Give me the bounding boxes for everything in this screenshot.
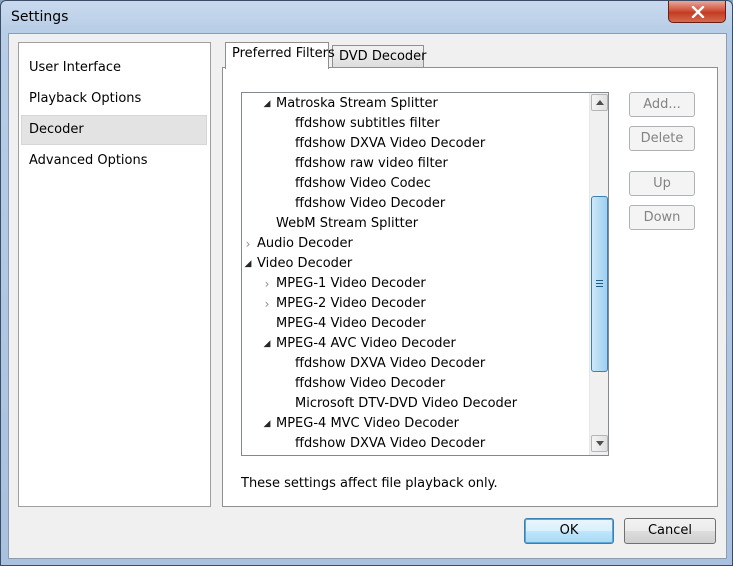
dialog-body: User Interface Playback Options Decoder …: [8, 33, 727, 559]
tree-row-label: MPEG-1 Video Decoder: [276, 276, 426, 291]
scroll-thumb[interactable]: [591, 196, 608, 372]
tree-row[interactable]: ffdshow subtitles filter: [242, 114, 588, 134]
preferred-filters-panel: ◢ Matroska Stream Splitter ffdshow subtitl…: [222, 67, 718, 507]
tree-row[interactable]: ffdshow DXVA Video Decoder: [242, 434, 588, 454]
tree-row[interactable]: ◢ MPEG-4 AVC Video Decoder: [242, 334, 588, 354]
tree-row-label: Matroska Stream Splitter: [276, 96, 438, 111]
scroll-down-button[interactable]: [591, 435, 608, 452]
tree-row-label: ffdshow Video Codec: [295, 176, 431, 191]
close-button[interactable]: [668, 1, 726, 23]
tree-row[interactable]: ffdshow Video Decoder: [242, 374, 588, 394]
collapsed-node-icon[interactable]: ›: [261, 274, 273, 294]
tree-row[interactable]: › MPEG-2 Video Decoder: [242, 294, 588, 314]
tree-row-label: Video Decoder: [257, 256, 353, 271]
title-bar[interactable]: Settings: [1, 1, 732, 35]
tree-row[interactable]: ffdshow DXVA Video Decoder: [242, 354, 588, 374]
expanded-node-icon[interactable]: ◢: [261, 414, 273, 434]
tab-dvd-decoder[interactable]: DVD Decoder: [332, 45, 427, 69]
collapsed-node-icon[interactable]: ›: [242, 234, 254, 254]
arrow-up-icon: [596, 100, 604, 105]
move-down-button[interactable]: Down: [629, 205, 695, 230]
tree-row[interactable]: ◢ Video Decoder: [242, 254, 588, 274]
move-up-button[interactable]: Up: [629, 171, 695, 196]
expanded-node-icon[interactable]: ◢: [261, 94, 273, 114]
collapsed-node-icon[interactable]: ›: [261, 294, 273, 314]
ok-button[interactable]: OK: [524, 518, 614, 544]
window-title: Settings: [11, 9, 69, 25]
tree-row-label: WebM Stream Splitter: [276, 216, 419, 231]
playback-note: These settings affect file playback only…: [241, 476, 498, 491]
tree-scrollbar[interactable]: [589, 93, 608, 455]
tree-row-label: MPEG-4 AVC Video Decoder: [276, 336, 456, 351]
tree-row[interactable]: › MPEG-1 Video Decoder: [242, 274, 588, 294]
tree-row-label: ffdshow DXVA Video Decoder: [295, 136, 486, 151]
settings-window: Settings User Interface Playback Options…: [0, 0, 733, 566]
sidebar-item-user-interface[interactable]: User Interface: [21, 53, 207, 83]
tree-row[interactable]: ffdshow DXVA Video Decoder: [242, 134, 588, 154]
tree-row[interactable]: WebM Stream Splitter: [242, 214, 588, 234]
tree-row[interactable]: MPEG-4 Video Decoder: [242, 314, 588, 334]
tree-row-label: Microsoft DTV-DVD Video Decoder: [295, 396, 518, 411]
tree-row[interactable]: › Audio Decoder: [242, 234, 588, 254]
sidebar-item-playback-options[interactable]: Playback Options: [21, 84, 207, 114]
scroll-up-button[interactable]: [591, 94, 608, 111]
tree-row-label: MPEG-2 Video Decoder: [276, 296, 426, 311]
tree-row-label: ffdshow DXVA Video Decoder: [295, 436, 486, 451]
arrow-down-icon: [596, 441, 604, 446]
tree-row-label: ffdshow subtitles filter: [295, 116, 440, 131]
tree-row-label: ffdshow raw video filter: [295, 156, 448, 171]
filter-tree-rows: ◢ Matroska Stream Splitter ffdshow subtitl…: [242, 94, 588, 454]
add-button[interactable]: Add...: [629, 92, 695, 117]
tree-row-label: ffdshow DXVA Video Decoder: [295, 356, 486, 371]
sidebar-item-decoder[interactable]: Decoder: [21, 115, 207, 145]
delete-button[interactable]: Delete: [629, 126, 695, 151]
close-icon: [691, 6, 705, 18]
tree-row-label: MPEG-4 MVC Video Decoder: [276, 416, 460, 431]
tree-row[interactable]: ◢ MPEG-4 MVC Video Decoder: [242, 414, 588, 434]
tree-row-label: Audio Decoder: [257, 236, 353, 251]
sidebar-item-advanced-options[interactable]: Advanced Options: [21, 146, 207, 176]
tree-row[interactable]: Microsoft DTV-DVD Video Decoder: [242, 394, 588, 414]
settings-category-list: User Interface Playback Options Decoder …: [18, 42, 211, 507]
tree-row[interactable]: ◢ Matroska Stream Splitter: [242, 94, 588, 114]
tab-preferred-filters[interactable]: Preferred Filters: [225, 42, 335, 69]
tree-row-label: MPEG-4 Video Decoder: [276, 316, 426, 331]
tree-row-label: ffdshow Video Decoder: [295, 196, 446, 211]
expanded-node-icon[interactable]: ◢: [242, 254, 254, 274]
expanded-node-icon[interactable]: ◢: [261, 334, 273, 354]
filter-tree[interactable]: ◢ Matroska Stream Splitter ffdshow subtitl…: [241, 92, 609, 456]
cancel-button[interactable]: Cancel: [624, 518, 716, 544]
tree-row-label: ffdshow Video Decoder: [295, 376, 446, 391]
scroll-grip-icon: [596, 280, 603, 289]
tree-row[interactable]: ffdshow Video Decoder: [242, 194, 588, 214]
tree-row[interactable]: ffdshow Video Codec: [242, 174, 588, 194]
tree-row[interactable]: ffdshow raw video filter: [242, 154, 588, 174]
